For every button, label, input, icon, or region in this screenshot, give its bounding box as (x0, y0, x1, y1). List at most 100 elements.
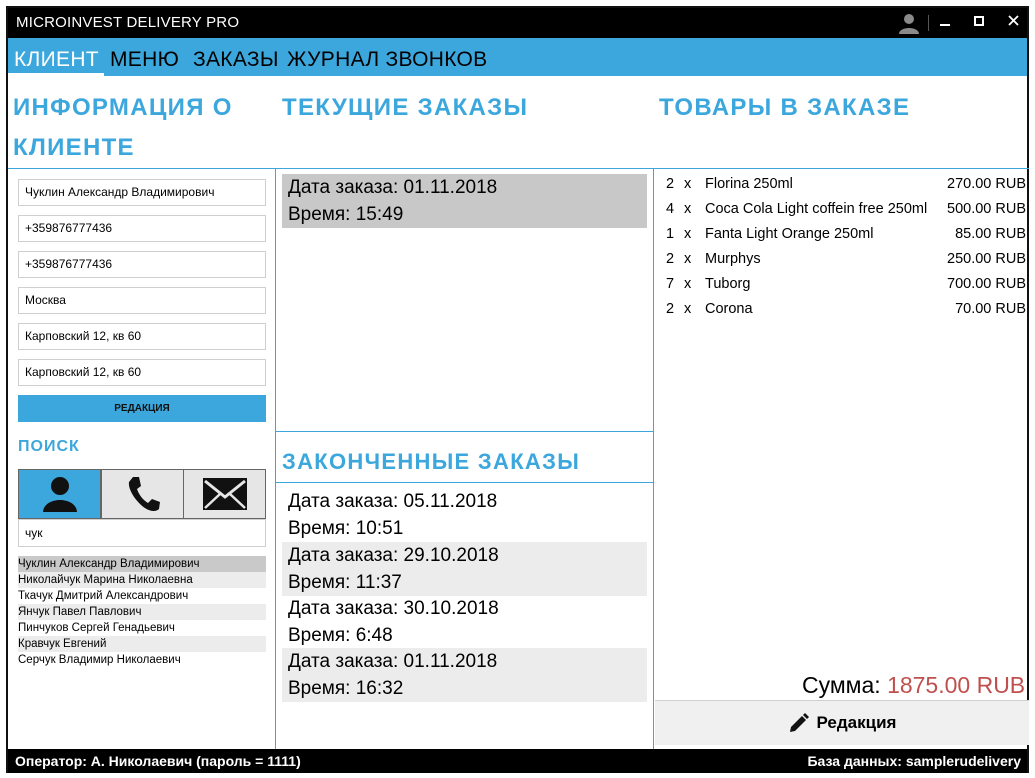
order-total: Сумма: 1875.00 RUB (802, 672, 1025, 699)
menu-orders[interactable]: ЗАКАЗЫ (187, 38, 285, 76)
total-value: 1875.00 RUB (887, 672, 1026, 698)
order-time: Время: 6:48 (288, 625, 393, 646)
order-date: Дата заказа: 29.10.2018 (288, 545, 499, 566)
menu-call-log[interactable]: ЖУРНАЛ ЗВОНКОВ (281, 38, 493, 76)
envelope-icon (202, 478, 247, 510)
client-address1-field[interactable]: Карповский 12, кв 60 (18, 323, 266, 350)
goods-times: x (684, 251, 692, 267)
menu-menu[interactable]: МЕНЮ (104, 38, 185, 76)
order-date: Дата заказа: 30.10.2018 (288, 598, 499, 619)
maximize-button[interactable] (968, 11, 990, 33)
client-name-field[interactable]: Чуклин Александр Владимирович (18, 179, 266, 206)
goods-times: x (684, 276, 692, 292)
operator-status: Оператор: А. Николаевич (пароль = 1111) (15, 753, 301, 769)
finished-orders-divider (275, 482, 653, 483)
client-phone2-field[interactable]: +359876777436 (18, 251, 266, 278)
goods-price: 250.00 RUB (947, 251, 1026, 267)
client-info-heading: ИНФОРМАЦИЯ О КЛИЕНТЕ (13, 88, 233, 168)
header-divider (8, 168, 1029, 169)
goods-row[interactable]: 2 x Murphys 250.00 RUB (666, 247, 1026, 272)
order-edit-button[interactable]: Редакция (655, 700, 1029, 745)
search-title: ПОИСК (18, 438, 80, 455)
client-edit-button[interactable]: РЕДАКЦИЯ (18, 395, 266, 422)
goods-times: x (684, 226, 692, 242)
search-result-item[interactable]: Ткачук Дмитрий Александрович (18, 588, 266, 604)
goods-price: 270.00 RUB (947, 176, 1026, 192)
window-title: MICROINVEST DELIVERY PRO (16, 14, 240, 31)
search-input[interactable]: чук (18, 519, 266, 547)
titlebar-separator (928, 15, 929, 31)
goods-row[interactable]: 2 x Florina 250ml 270.00 RUB (666, 172, 1026, 197)
client-phone1-field[interactable]: +359876777436 (18, 215, 266, 242)
close-button[interactable] (1002, 11, 1024, 33)
menu-client[interactable]: КЛИЕНТ (8, 38, 105, 76)
pencil-icon (789, 713, 809, 732)
goods-times: x (684, 201, 692, 217)
search-result-item[interactable]: Николайчук Марина Николаевна (18, 572, 266, 588)
order-goods-heading: ТОВАРЫ В ЗАКАЗЕ (659, 94, 911, 121)
goods-row[interactable]: 1 x Fanta Light Orange 250ml 85.00 RUB (666, 222, 1026, 247)
title-bar: MICROINVEST DELIVERY PRO (8, 8, 1027, 38)
finished-order-item[interactable]: Дата заказа: 01.11.2018 Время: 16:32 (282, 648, 647, 702)
app-window: MICROINVEST DELIVERY PRO КЛИЕНТ МЕНЮ ЗАК… (6, 6, 1029, 773)
column-divider-right (653, 168, 654, 749)
search-result-item[interactable]: Серчук Владимир Николаевич (18, 652, 266, 668)
maximize-icon (974, 16, 984, 26)
order-date: Дата заказа: 01.11.2018 (288, 177, 498, 198)
goods-price: 85.00 RUB (955, 226, 1026, 242)
search-by-phone-button[interactable] (101, 469, 184, 519)
goods-row[interactable]: 7 x Tuborg 700.00 RUB (666, 272, 1026, 297)
current-orders-heading: ТЕКУЩИЕ ЗАКАЗЫ (282, 94, 529, 121)
goods-times: x (684, 301, 692, 317)
phone-icon (128, 477, 160, 512)
order-date: Дата заказа: 01.11.2018 (288, 651, 498, 672)
database-status: База данных: samplerudelivery (807, 753, 1021, 769)
order-time: Время: 16:32 (288, 678, 404, 699)
client-address2-field[interactable]: Карповский 12, кв 60 (18, 359, 266, 386)
goods-name: Tuborg (705, 276, 751, 292)
search-by-name-button[interactable] (18, 469, 101, 519)
client-info-heading-line2: КЛИЕНТЕ (13, 134, 135, 161)
goods-row[interactable]: 2 x Corona 70.00 RUB (666, 297, 1026, 322)
goods-name: Coca Cola Light coffein free 250ml (705, 201, 928, 217)
goods-price: 70.00 RUB (955, 301, 1026, 317)
menu-active-underline (8, 73, 104, 76)
goods-name: Fanta Light Orange 250ml (705, 226, 874, 242)
finished-order-item[interactable]: Дата заказа: 29.10.2018 Время: 11:37 (282, 542, 647, 596)
goods-price: 700.00 RUB (947, 276, 1026, 292)
minimize-button[interactable] (934, 11, 956, 33)
close-icon (1007, 15, 1019, 26)
goods-price: 500.00 RUB (947, 201, 1026, 217)
order-time: Время: 10:51 (288, 518, 404, 539)
finished-order-item[interactable]: Дата заказа: 30.10.2018 Время: 6:48 (282, 595, 647, 649)
order-time: Время: 11:37 (288, 572, 402, 593)
user-icon[interactable] (898, 12, 920, 34)
search-result-item[interactable]: Пинчуков Сергей Генадьевич (18, 620, 266, 636)
person-icon (42, 477, 77, 512)
status-bar: Оператор: А. Николаевич (пароль = 1111) … (8, 749, 1027, 773)
client-city-field[interactable]: Москва (18, 287, 266, 314)
search-result-item[interactable]: Янчук Павел Павлович (18, 604, 266, 620)
total-label: Сумма: (802, 672, 881, 698)
search-result-item[interactable]: Чуклин Александр Владимирович (18, 556, 266, 572)
current-order-item[interactable]: Дата заказа: 01.11.2018 Время: 15:49 (282, 174, 647, 228)
orders-divider (275, 431, 653, 432)
search-results: Чуклин Александр Владимирович Николайчук… (18, 556, 266, 668)
finished-orders-heading: ЗАКОНЧЕННЫЕ ЗАКАЗЫ (282, 449, 581, 474)
goods-times: x (684, 176, 692, 192)
goods-qty: 7 (666, 276, 675, 292)
column-divider-left (275, 168, 276, 749)
main-menu: КЛИЕНТ МЕНЮ ЗАКАЗЫ ЖУРНАЛ ЗВОНКОВ (8, 38, 1027, 76)
minimize-icon (940, 24, 950, 26)
order-date: Дата заказа: 05.11.2018 (288, 491, 498, 512)
search-result-item[interactable]: Кравчук Евгений (18, 636, 266, 652)
finished-order-item[interactable]: Дата заказа: 05.11.2018 Время: 10:51 (282, 488, 647, 542)
goods-qty: 2 (666, 251, 675, 267)
search-by-email-button[interactable] (183, 469, 266, 519)
goods-name: Florina 250ml (705, 176, 793, 192)
goods-row[interactable]: 4 x Coca Cola Light coffein free 250ml 5… (666, 197, 1026, 222)
goods-name: Murphys (705, 251, 761, 267)
goods-qty: 2 (666, 176, 675, 192)
goods-qty: 1 (666, 226, 675, 242)
goods-qty: 2 (666, 301, 675, 317)
